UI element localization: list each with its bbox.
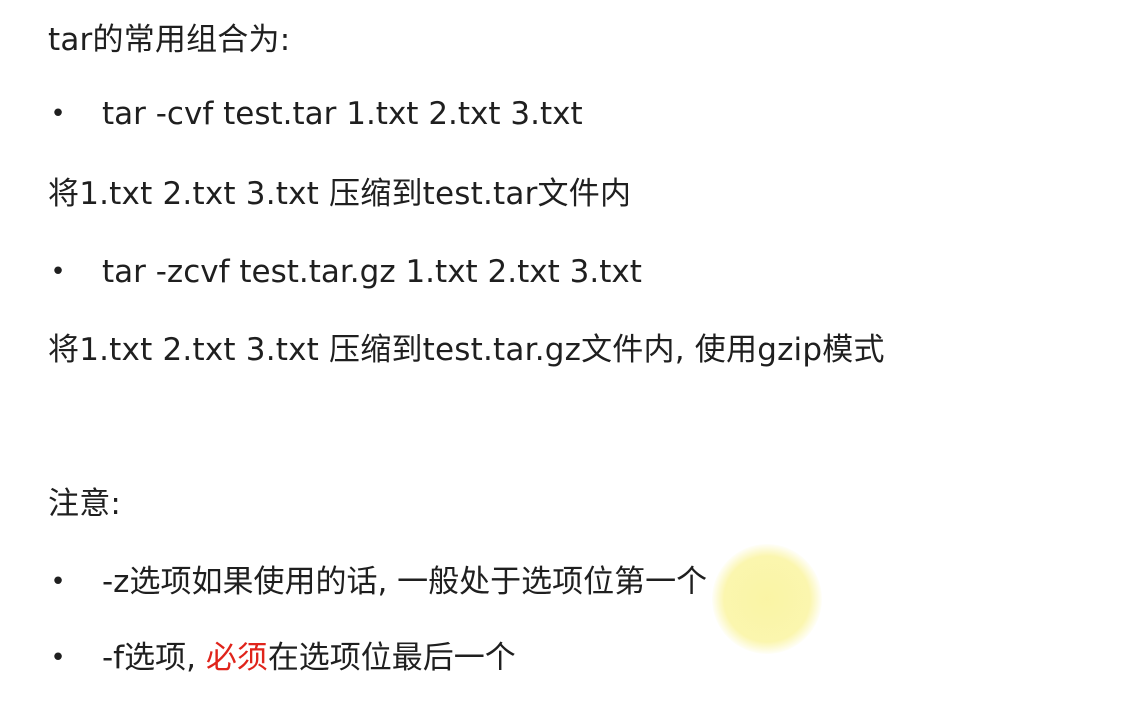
- bullet-icon: •: [50, 99, 66, 129]
- note-heading: 注意:: [48, 486, 122, 522]
- section-heading: tar的常用组合为:: [48, 22, 291, 58]
- note-text: -f选项, 必须在选项位最后一个: [102, 638, 516, 678]
- description-text: 将1.txt 2.txt 3.txt 压缩到test.tar.gz文件内, 使用…: [48, 332, 885, 368]
- document-page: tar的常用组合为: • tar -cvf test.tar 1.txt 2.t…: [0, 0, 1128, 703]
- description-text: 将1.txt 2.txt 3.txt 压缩到test.tar文件内: [48, 176, 632, 212]
- note-suffix: 在选项位最后一个: [267, 640, 516, 676]
- emphasis-text: 必须: [205, 640, 268, 676]
- bullet-icon: •: [50, 567, 66, 597]
- bullet-icon: •: [50, 643, 66, 673]
- note-text: -z选项如果使用的话, 一般处于选项位第一个: [102, 564, 708, 600]
- cursor-highlight: [712, 544, 822, 654]
- note-prefix: -f选项,: [102, 640, 206, 676]
- command-text: tar -zcvf test.tar.gz 1.txt 2.txt 3.txt: [102, 254, 642, 290]
- command-text: tar -cvf test.tar 1.txt 2.txt 3.txt: [102, 96, 583, 132]
- bullet-icon: •: [50, 257, 66, 287]
